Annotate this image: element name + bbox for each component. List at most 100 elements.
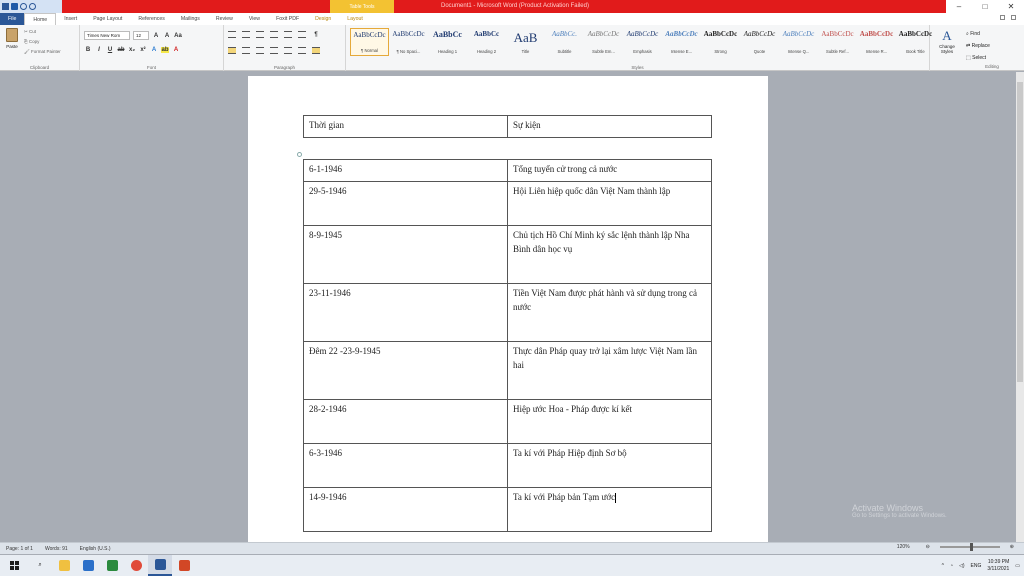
grow-font-icon[interactable]: A bbox=[152, 33, 160, 39]
shading-icon[interactable] bbox=[298, 47, 306, 54]
redo-icon[interactable] bbox=[29, 3, 36, 10]
table-cell[interactable]: Sự kiện bbox=[507, 115, 712, 138]
style-subtle-emphasis[interactable]: AaBbCcDc Subtle Em... bbox=[584, 28, 623, 56]
file-explorer-taskbar-button[interactable] bbox=[52, 555, 76, 576]
borders-icon[interactable] bbox=[312, 47, 320, 54]
change-case-icon[interactable]: Aa bbox=[174, 33, 182, 39]
table-cell[interactable]: 14-9-1946 bbox=[303, 487, 508, 532]
align-center-icon[interactable] bbox=[242, 47, 250, 54]
zoom-level[interactable]: 120% bbox=[891, 544, 916, 550]
zoom-slider[interactable] bbox=[939, 543, 1000, 551]
tab-insert[interactable]: Insert bbox=[56, 13, 85, 25]
style-heading-2[interactable]: AaBbCc Heading 2 bbox=[467, 28, 506, 56]
notifications-icon[interactable]: ▭ bbox=[1015, 563, 1020, 569]
style-subtitle[interactable]: AaBbCc. Subtitle bbox=[545, 28, 584, 56]
start-button[interactable] bbox=[0, 555, 28, 576]
tab-design[interactable]: Design bbox=[307, 13, 339, 25]
paste-button[interactable]: Paste bbox=[4, 28, 20, 56]
table-cell[interactable]: 8-9-1945 bbox=[303, 225, 508, 284]
justify-icon[interactable] bbox=[270, 47, 278, 54]
format-painter-button[interactable]: 🖌 Format Painter bbox=[24, 49, 61, 55]
line-spacing-icon[interactable] bbox=[284, 47, 292, 54]
table-cell[interactable]: Thực dân Pháp quay trở lại xâm lược Việt… bbox=[507, 341, 712, 400]
sort-icon[interactable] bbox=[298, 31, 306, 38]
chrome-taskbar-button[interactable] bbox=[124, 555, 148, 576]
table-cell[interactable]: Tổng tuyển cử trong cả nước bbox=[507, 159, 712, 182]
find-button[interactable]: ⌕ Find bbox=[966, 28, 990, 40]
shrink-font-icon[interactable]: A bbox=[163, 33, 171, 39]
zoom-slider-knob[interactable] bbox=[969, 543, 973, 551]
style-intense-quote[interactable]: AaBbCcDc Intense Q... bbox=[779, 28, 818, 56]
align-right-icon[interactable] bbox=[256, 47, 264, 54]
cut-button[interactable]: ✂ Cut bbox=[24, 29, 36, 35]
table-cell[interactable]: Tiền Việt Nam được phát hành và sử dụng … bbox=[507, 283, 712, 342]
increase-indent-icon[interactable] bbox=[284, 31, 292, 38]
clock[interactable]: 10:39 PM 3/11/2021 bbox=[987, 559, 1009, 573]
table-cell[interactable]: 6-3-1946 bbox=[303, 443, 508, 488]
input-language[interactable]: ENG bbox=[971, 563, 982, 569]
tab-layout[interactable]: Layout bbox=[339, 13, 371, 25]
tab-review[interactable]: Review bbox=[208, 13, 241, 25]
tab-mailings[interactable]: Mailings bbox=[173, 13, 208, 25]
table-cell[interactable]: 6-1-1946 bbox=[303, 159, 508, 182]
change-styles-button[interactable]: A Change Styles bbox=[934, 28, 960, 54]
zoom-in-icon[interactable]: ⊕ bbox=[1004, 544, 1020, 550]
underline-button[interactable]: U bbox=[106, 47, 114, 53]
font-color-icon[interactable]: A bbox=[172, 47, 180, 53]
tab-view[interactable]: View bbox=[241, 13, 268, 25]
help-icon[interactable] bbox=[1011, 15, 1016, 20]
table-cell[interactable]: 28-2-1946 bbox=[303, 399, 508, 444]
style-quote[interactable]: AaBbCcDc Quote bbox=[740, 28, 779, 56]
table-move-handle-icon[interactable] bbox=[297, 152, 302, 157]
ribbon-minimize-icon[interactable] bbox=[1000, 15, 1005, 20]
mail-taskbar-button[interactable] bbox=[76, 555, 100, 576]
style-normal[interactable]: AaBbCcDc ¶ Normal bbox=[350, 28, 389, 56]
strikethrough-button[interactable]: ab bbox=[117, 47, 125, 53]
tab-home[interactable]: Home bbox=[24, 13, 57, 25]
text-effects-icon[interactable]: A bbox=[150, 47, 158, 53]
minimize-button[interactable]: – bbox=[946, 0, 972, 13]
excel-taskbar-button[interactable] bbox=[100, 555, 124, 576]
bold-button[interactable]: B bbox=[84, 47, 92, 53]
language-indicator[interactable]: English (U.S.) bbox=[74, 546, 117, 552]
subscript-button[interactable]: x₂ bbox=[128, 47, 136, 53]
table-cell[interactable]: Chủ tịch Hồ Chí Minh ký sắc lệnh thành l… bbox=[507, 225, 712, 284]
table-cell-active[interactable]: Ta kí với Pháp bản Tạm ước bbox=[507, 487, 712, 532]
bullets-icon[interactable] bbox=[228, 31, 236, 38]
network-icon[interactable]: ◔ bbox=[950, 563, 953, 569]
style-subtle-reference[interactable]: AaBbCcDc Subtle Ref... bbox=[818, 28, 857, 56]
tab-references[interactable]: References bbox=[130, 13, 173, 25]
tab-file[interactable]: File bbox=[0, 13, 25, 25]
table-cell[interactable]: 23-11-1946 bbox=[303, 283, 508, 342]
replace-button[interactable]: ⇄ Replace bbox=[966, 40, 990, 52]
highlight-icon[interactable]: ab bbox=[161, 47, 169, 53]
style-emphasis[interactable]: AaBbCcDc Emphasis bbox=[623, 28, 662, 56]
tab-page-layout[interactable]: Page Layout bbox=[85, 13, 130, 25]
font-name-select[interactable]: Times New Rom bbox=[84, 31, 130, 40]
table-cell[interactable]: Đêm 22 -23-9-1945 bbox=[303, 341, 508, 400]
table-cell[interactable]: 29-5-1946 bbox=[303, 181, 508, 226]
save-icon[interactable] bbox=[11, 3, 18, 10]
style-heading-1[interactable]: AaBbCc Heading 1 bbox=[428, 28, 467, 56]
select-button[interactable]: ⬚ Select bbox=[966, 52, 990, 64]
style-title[interactable]: AaB Title bbox=[506, 28, 545, 56]
multilevel-list-icon[interactable] bbox=[256, 31, 264, 38]
superscript-button[interactable]: x² bbox=[139, 47, 147, 53]
align-left-icon[interactable] bbox=[228, 47, 236, 54]
undo-icon[interactable] bbox=[20, 3, 27, 10]
maximize-button[interactable]: □ bbox=[972, 0, 998, 13]
table-cell[interactable]: Thời gian bbox=[303, 115, 508, 138]
table-cell[interactable]: Ta kí với Pháp Hiệp định Sơ bộ bbox=[507, 443, 712, 488]
show-formatting-icon[interactable]: ¶ bbox=[312, 32, 320, 38]
volume-icon[interactable]: ◁) bbox=[959, 563, 965, 569]
style-book-title[interactable]: AaBbCcDc Book Title bbox=[896, 28, 935, 56]
table-cell[interactable]: Hiệp ước Hoa - Pháp được kí kết bbox=[507, 399, 712, 444]
search-taskbar-button[interactable]: ⌕ bbox=[28, 555, 52, 576]
table-cell[interactable]: Hội Liên hiệp quốc dân Việt Nam thành lậ… bbox=[507, 181, 712, 226]
powerpoint-taskbar-button[interactable] bbox=[172, 555, 196, 576]
style-intense-emphasis[interactable]: AaBbCcDc Intense E... bbox=[662, 28, 701, 56]
style-strong[interactable]: AaBbCcDc Strong bbox=[701, 28, 740, 56]
scrollbar-thumb[interactable] bbox=[1017, 82, 1023, 382]
tab-foxit-pdf[interactable]: Foxit PDF bbox=[268, 13, 307, 25]
zoom-out-icon[interactable]: ⊖ bbox=[920, 544, 936, 550]
